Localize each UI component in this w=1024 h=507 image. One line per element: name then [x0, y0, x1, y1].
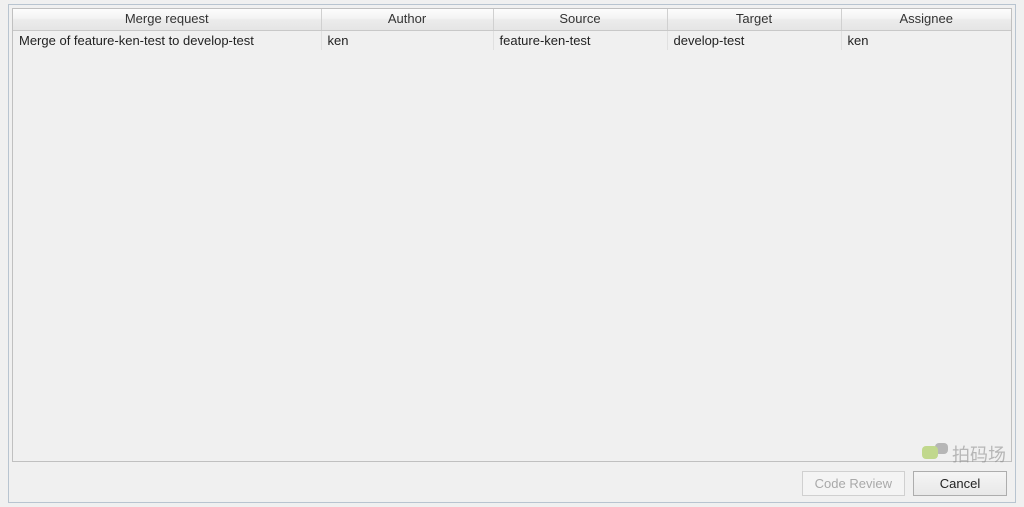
column-header-merge-request[interactable]: Merge request	[13, 9, 321, 30]
merge-request-table-container: Merge request Author Source Target Assig…	[12, 8, 1012, 462]
column-header-target[interactable]: Target	[667, 9, 841, 30]
merge-request-dialog: Merge request Author Source Target Assig…	[8, 4, 1016, 503]
column-header-assignee[interactable]: Assignee	[841, 9, 1011, 30]
cancel-button[interactable]: Cancel	[913, 471, 1007, 496]
table-header-row: Merge request Author Source Target Assig…	[13, 9, 1011, 30]
cell-assignee: ken	[841, 30, 1011, 50]
cell-target: develop-test	[667, 30, 841, 50]
column-header-source[interactable]: Source	[493, 9, 667, 30]
cell-merge-request: Merge of feature-ken-test to develop-tes…	[13, 30, 321, 50]
table-row[interactable]: Merge of feature-ken-test to develop-tes…	[13, 30, 1011, 50]
code-review-button: Code Review	[802, 471, 905, 496]
cell-source: feature-ken-test	[493, 30, 667, 50]
column-header-author[interactable]: Author	[321, 9, 493, 30]
merge-request-table: Merge request Author Source Target Assig…	[13, 9, 1011, 50]
dialog-button-bar: Code Review Cancel	[9, 465, 1015, 502]
cell-author: ken	[321, 30, 493, 50]
